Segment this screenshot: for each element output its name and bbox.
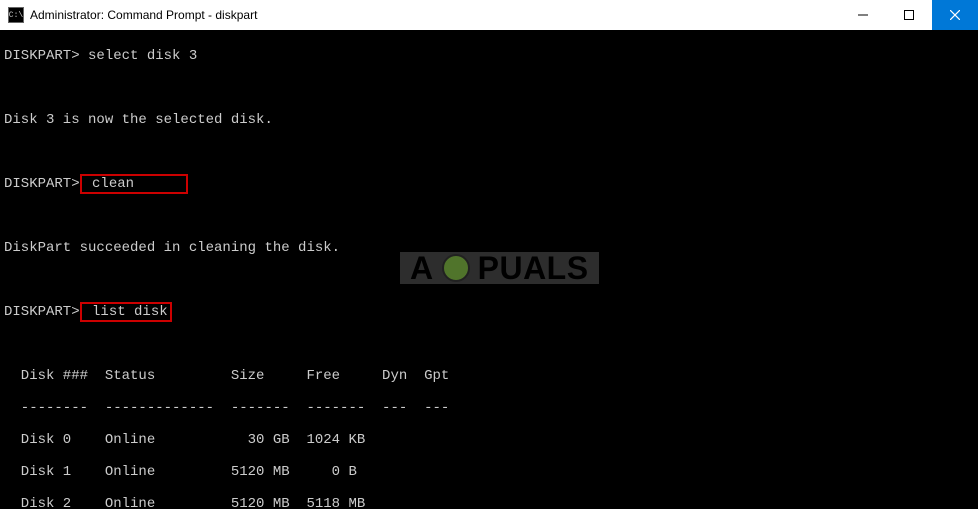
cmd-clean-highlight: clean xyxy=(80,174,189,194)
prompt: DISKPART> xyxy=(4,304,80,320)
cmd-icon: C:\ xyxy=(8,7,24,23)
watermark: A PUALS xyxy=(400,252,599,284)
line-listdisk: DISKPART> list disk xyxy=(4,304,974,320)
window-title: Administrator: Command Prompt - diskpart xyxy=(30,8,840,22)
titlebar[interactable]: C:\ Administrator: Command Prompt - disk… xyxy=(0,0,978,30)
maximize-button[interactable] xyxy=(886,0,932,30)
minimize-button[interactable] xyxy=(840,0,886,30)
prompt: DISKPART> xyxy=(4,176,80,192)
table-row: Disk 2 Online 5120 MB 5118 MB xyxy=(4,496,974,509)
close-button[interactable] xyxy=(932,0,978,30)
table-sep: -------- ------------- ------- ------- -… xyxy=(4,400,974,416)
line-clean: DISKPART> clean xyxy=(4,176,974,192)
table-row: Disk 1 Online 5120 MB 0 B xyxy=(4,464,974,480)
cmd-listdisk-highlight: list disk xyxy=(80,302,172,322)
line-select-disk: DISKPART> select disk 3 xyxy=(4,48,974,64)
msg-selected: Disk 3 is now the selected disk. xyxy=(4,112,974,128)
terminal-output[interactable]: DISKPART> select disk 3 Disk 3 is now th… xyxy=(0,30,978,509)
window-controls xyxy=(840,0,978,30)
watermark-face-icon xyxy=(442,254,470,282)
prompt: DISKPART> xyxy=(4,48,80,64)
cmd-window: C:\ Administrator: Command Prompt - disk… xyxy=(0,0,978,509)
table-header: Disk ### Status Size Free Dyn Gpt xyxy=(4,368,974,384)
table-row: Disk 0 Online 30 GB 1024 KB xyxy=(4,432,974,448)
